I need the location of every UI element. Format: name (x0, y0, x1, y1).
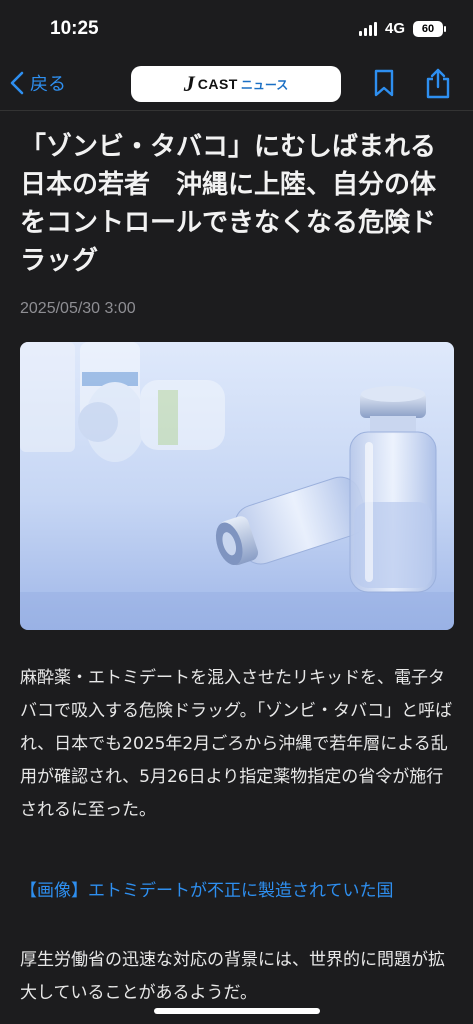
battery-icon: 60 (413, 20, 446, 37)
logo-cast: CAST (197, 76, 238, 92)
logo-news: ニュース (240, 77, 289, 92)
article-date: 2025/05/30 3:00 (20, 300, 136, 317)
article-hero-image[interactable] (20, 342, 454, 630)
article-title: 「ゾンビ・タバコ」にむしばまれる日本の若者 沖縄に上陸、自分の体をコントロールで… (20, 132, 437, 276)
back-label: 戻る (30, 74, 66, 95)
home-indicator[interactable] (154, 1008, 320, 1014)
image-link[interactable]: 【画像】エトミデートが不正に製造されていた国 (20, 876, 394, 901)
status-indicators: 4G 60 (358, 20, 446, 37)
share-icon[interactable] (424, 68, 452, 100)
back-button[interactable]: 戻る (10, 70, 66, 96)
logo-j: J (183, 71, 195, 96)
network-type: 4G (384, 20, 405, 37)
nav-divider (0, 110, 473, 111)
article-paragraph-1: 麻酔薬・エトミデートを混入させたリキッドを、電子タバコで吸入する危険ドラッグ。「… (20, 668, 453, 820)
chevron-left-icon (10, 71, 24, 95)
article-paragraph-2: 厚生労働省の迅速な対応の背景には、世界的に問題が拡大していることがあるようだ。 (20, 950, 445, 1003)
address-bar[interactable]: J CAST ニュース (131, 66, 341, 102)
bookmark-icon[interactable] (372, 68, 396, 98)
vials-photo (20, 342, 454, 630)
cellular-signal-icon (358, 21, 377, 36)
status-bar: 10:25 4G 60 (0, 0, 473, 60)
nav-bar: 戻る J CAST ニュース (0, 60, 473, 110)
status-time: 10:25 (50, 18, 99, 39)
